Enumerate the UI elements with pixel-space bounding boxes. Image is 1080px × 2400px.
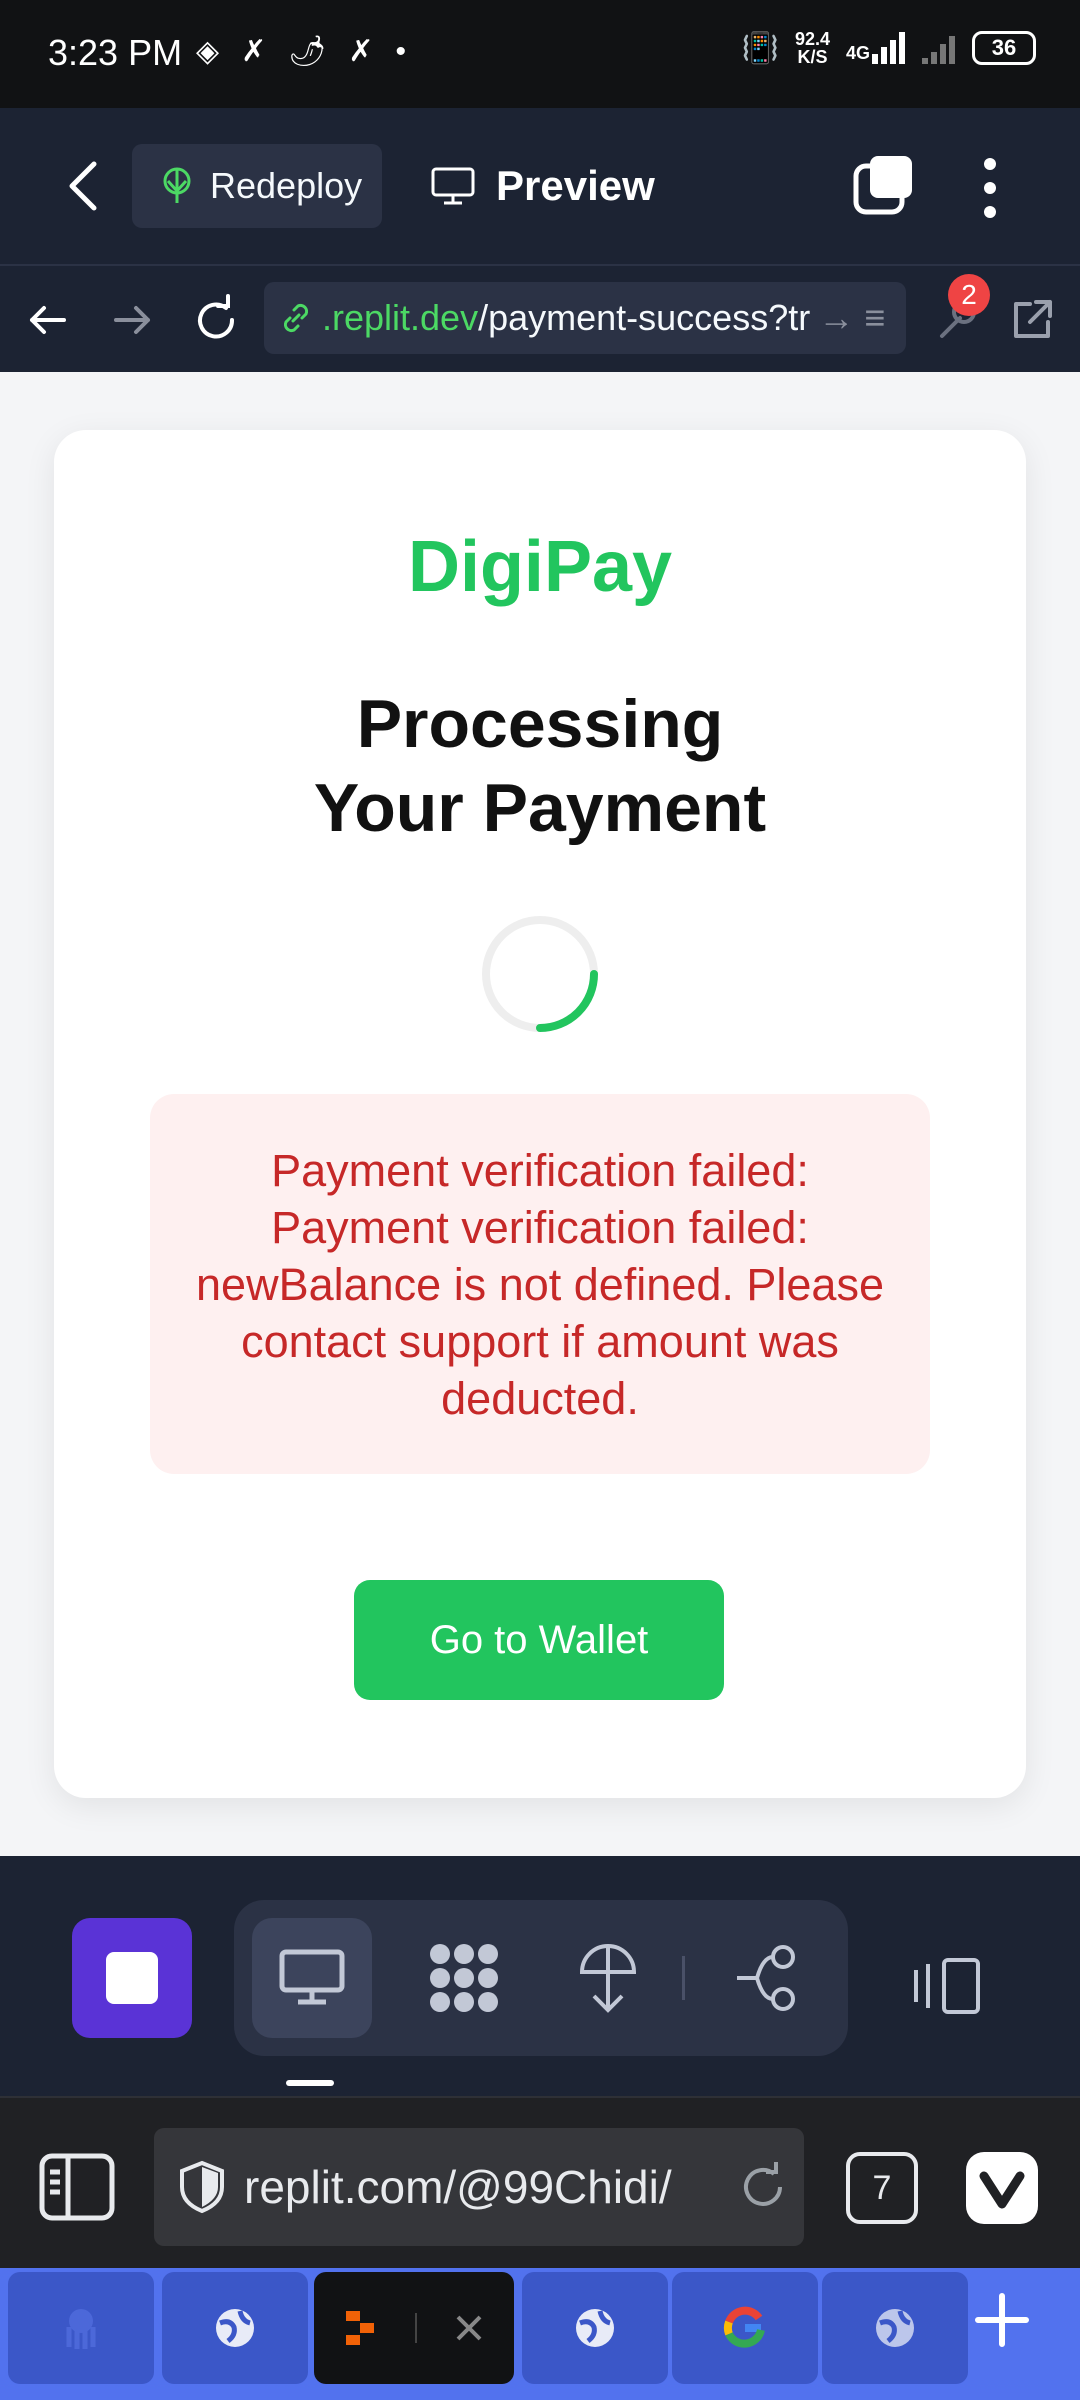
monitor-icon <box>431 167 475 205</box>
git-tool-button[interactable] <box>708 1918 828 2038</box>
copy-window-icon[interactable] <box>852 154 916 218</box>
globe-icon <box>876 2309 914 2347</box>
stop-icon <box>106 1952 158 2004</box>
google-icon <box>723 2306 765 2348</box>
preview-label: Preview <box>496 162 655 209</box>
replit-toolbar <box>0 1856 1080 2096</box>
loading-spinner-icon <box>482 916 598 1032</box>
tab-2[interactable] <box>162 2272 308 2384</box>
replit-blocks-icon <box>430 1944 498 2012</box>
deploy-icon <box>163 167 191 203</box>
open-external-icon[interactable] <box>1004 292 1060 348</box>
webview-toolbar: .replit.dev/payment-success?tr → ≡ 2 <box>0 264 1080 372</box>
stop-button[interactable] <box>72 1918 192 2038</box>
replit-header: Redeploy Preview <box>0 108 1080 264</box>
url-host: .replit.dev <box>322 297 479 338</box>
tab-google[interactable] <box>672 2272 818 2384</box>
chili-icon: 🌶 <box>288 35 327 68</box>
dot-icon: • <box>395 35 406 68</box>
replit-logo-icon <box>346 2311 374 2345</box>
octopus-icon <box>66 2309 96 2349</box>
refresh-icon[interactable] <box>188 292 244 348</box>
tab-4[interactable] <box>522 2272 668 2384</box>
tab-6[interactable] <box>822 2272 968 2384</box>
vibrate-icon: 📳 <box>741 31 779 65</box>
back-arrow-icon[interactable] <box>20 292 76 348</box>
deploy-icon <box>579 1944 637 2013</box>
notification-icons: ◈ ✗ 🌶 ✗ • <box>196 34 406 70</box>
tool-divider <box>682 1956 685 2000</box>
globe-icon <box>216 2309 254 2347</box>
webview-content: DigiPay Processing Your Payment Payment … <box>0 372 1080 1856</box>
signal-weak-icon <box>922 36 955 64</box>
workspace-tool-button[interactable] <box>404 1918 524 2038</box>
brand-logo: DigiPay <box>407 527 673 607</box>
go-to-wallet-button[interactable]: Go to Wallet <box>354 1580 724 1700</box>
net-speed-value: 92.4 <box>794 29 830 49</box>
tab-count-button[interactable]: 7 <box>846 2152 918 2224</box>
address-bar[interactable]: replit.com/@99Chidi/ <box>154 2128 804 2246</box>
shield-icon <box>180 2160 224 2214</box>
webview-url-field[interactable]: .replit.dev/payment-success?tr → ≡ <box>264 282 906 354</box>
missed-call-icon-2: ✗ <box>348 35 374 68</box>
panel-toggle-icon[interactable] <box>38 2152 116 2222</box>
new-tab-plus-icon[interactable] <box>970 2288 1034 2352</box>
payment-card: DigiPay Processing Your Payment Payment … <box>54 430 1026 1798</box>
preview-tab[interactable]: Preview <box>430 144 655 228</box>
preview-tool-button[interactable] <box>252 1918 372 2038</box>
reload-icon[interactable] <box>738 2162 788 2212</box>
browser-bottom-bar: replit.com/@99Chidi/ 7 <box>0 2096 1080 2268</box>
page-title: Processing Your Payment <box>313 686 767 846</box>
status-time: 3:23 PM <box>48 32 183 73</box>
tool-switcher <box>234 1900 848 2056</box>
battery-icon: 36 <box>972 31 1036 65</box>
tab-strip <box>0 2268 1080 2400</box>
close-tab-icon[interactable] <box>454 2313 484 2343</box>
devtools-badge: 2 <box>948 274 990 316</box>
arrow-right-icon: → ≡ <box>818 297 886 338</box>
more-options-icon[interactable] <box>978 156 1002 220</box>
branch-icon <box>737 1945 795 2011</box>
signal-4g-icon: 4G <box>846 32 906 64</box>
missed-call-icon: ✗ <box>241 35 267 68</box>
redeploy-label: Redeploy <box>210 165 363 206</box>
url-path: /payment-success?tr <box>478 297 811 338</box>
net-speed: 92.4 K/S <box>795 30 830 66</box>
address-text: replit.com/@99Chidi/ <box>244 2161 672 2213</box>
globe-icon <box>576 2309 614 2347</box>
network-type: 4G <box>845 43 870 63</box>
net-speed-unit: K/S <box>797 47 828 67</box>
monitor-icon <box>279 1949 345 2005</box>
deployments-tool-button[interactable] <box>548 1918 668 2038</box>
page-indicator <box>286 2080 334 2086</box>
back-chevron-icon[interactable] <box>62 158 106 214</box>
diamond-icon: ◈ <box>196 35 220 68</box>
vivaldi-menu-icon[interactable] <box>966 2152 1038 2224</box>
redeploy-button[interactable]: Redeploy <box>132 144 382 228</box>
status-bar: 3:23 PM ◈ ✗ 🌶 ✗ • 📳 92.4 K/S 4G 36 <box>0 0 1080 108</box>
error-message-box: Payment verification failed: Payment ver… <box>150 1094 930 1474</box>
tab-active[interactable] <box>314 2272 514 2384</box>
link-icon <box>283 303 309 333</box>
forward-arrow-icon[interactable] <box>104 292 160 348</box>
split-view-icon[interactable] <box>910 1956 982 2016</box>
tab-1[interactable] <box>8 2272 154 2384</box>
tab-divider <box>415 2313 417 2343</box>
status-right: 📳 92.4 K/S 4G 36 <box>742 30 1036 66</box>
error-message: Payment verification failed: Payment ver… <box>196 1144 884 1424</box>
